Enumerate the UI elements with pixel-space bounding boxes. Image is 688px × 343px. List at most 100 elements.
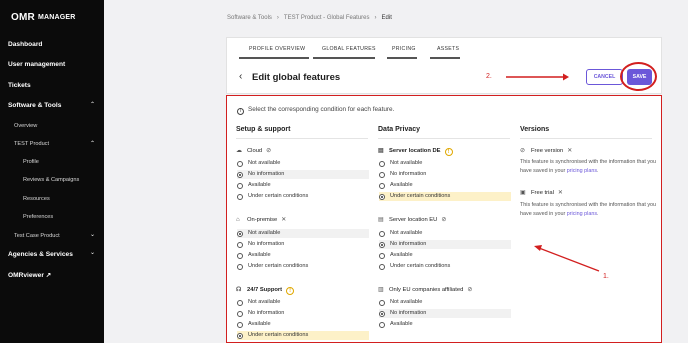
radio-option[interactable]: Available bbox=[379, 181, 413, 190]
radio-option[interactable]: Available bbox=[237, 320, 271, 329]
radio-icon bbox=[379, 299, 385, 306]
trial-icon: ▣ bbox=[520, 190, 526, 196]
server-icon: ▤ bbox=[378, 217, 384, 223]
radio-option[interactable]: Under certain conditions bbox=[379, 262, 450, 271]
radio-icon bbox=[237, 332, 243, 339]
tab-assets[interactable]: ASSETS bbox=[437, 46, 459, 52]
cancel-button[interactable]: CANCEL bbox=[586, 69, 623, 85]
radio-icon bbox=[379, 263, 385, 270]
breadcrumb-item[interactable]: Software & Tools bbox=[227, 15, 272, 21]
option-label: No information bbox=[390, 171, 427, 177]
radio-option[interactable]: Available bbox=[237, 251, 271, 260]
sidebar-item-preferences[interactable]: Preferences bbox=[23, 214, 53, 220]
radio-icon bbox=[379, 182, 385, 189]
sidebar-item-profile[interactable]: Profile bbox=[23, 159, 39, 165]
radio-option[interactable]: No information bbox=[379, 309, 511, 318]
pricing-plans-link[interactable]: pricing plans bbox=[567, 168, 597, 174]
radio-option[interactable]: Available bbox=[237, 181, 271, 190]
sidebar-item-software-tools[interactable]: Software & Tools bbox=[8, 102, 61, 109]
radio-icon bbox=[379, 321, 385, 328]
sidebar-item-resources[interactable]: Resources bbox=[23, 196, 50, 202]
column-header-versions: Versions bbox=[520, 126, 550, 133]
radio-option[interactable]: No information bbox=[237, 170, 369, 179]
sidebar-item-reviews-campaigns[interactable]: Reviews & Campaigns bbox=[23, 177, 79, 183]
chevron-down-icon[interactable]: ⌄ bbox=[90, 249, 95, 256]
radio-option[interactable]: Under certain conditions bbox=[237, 262, 308, 271]
headset-icon: ☊ bbox=[236, 287, 242, 293]
sidebar-item-test-product[interactable]: TEST Product bbox=[14, 141, 49, 147]
radio-option[interactable]: Not available bbox=[379, 298, 422, 307]
radio-option[interactable]: No information bbox=[237, 240, 284, 249]
pricing-plans-link[interactable]: pricing plans bbox=[567, 211, 597, 217]
chevron-up-icon[interactable]: ⌃ bbox=[90, 140, 95, 147]
tab-global-features[interactable]: GLOBAL FEATURES bbox=[322, 46, 376, 52]
chevron-up-icon[interactable]: ⌃ bbox=[90, 101, 95, 108]
sidebar-item-user-management[interactable]: User management bbox=[8, 61, 65, 68]
sync-note-end: . bbox=[597, 168, 599, 174]
feature-247-support: ☊ 24/7 Support! bbox=[236, 286, 295, 295]
option-label: No information bbox=[248, 310, 285, 316]
breadcrumb-separator: › bbox=[374, 15, 377, 21]
option-label: Under certain conditions bbox=[390, 193, 451, 199]
radio-option[interactable]: No information bbox=[379, 170, 426, 179]
radio-option[interactable]: Not available bbox=[379, 229, 422, 238]
feature-server-de: ▤ Server location DE! bbox=[378, 147, 453, 156]
radio-icon bbox=[237, 182, 243, 189]
sidebar-item-test-case-product[interactable]: Test Case Product bbox=[14, 233, 60, 239]
radio-icon bbox=[379, 310, 385, 317]
sync-note: This feature is synchronised with the in… bbox=[520, 201, 660, 219]
option-label: No information bbox=[390, 241, 427, 247]
feature-label: Cloud bbox=[247, 148, 263, 154]
radio-option[interactable]: Not available bbox=[379, 159, 422, 168]
tab-pricing[interactable]: PRICING bbox=[392, 46, 416, 52]
radio-option[interactable]: Not available bbox=[237, 229, 369, 238]
logo[interactable]: OMR MANAGER bbox=[11, 12, 76, 23]
radio-icon bbox=[379, 241, 385, 248]
breadcrumb-item[interactable]: TEST Product - Global Features bbox=[284, 15, 370, 21]
divider bbox=[378, 138, 510, 139]
annotation-circle bbox=[620, 62, 657, 91]
close-icon: ✕ bbox=[557, 190, 563, 196]
tab-underline bbox=[313, 57, 375, 59]
radio-icon bbox=[237, 310, 243, 317]
option-label: Available bbox=[248, 252, 271, 258]
radio-icon bbox=[237, 241, 243, 248]
server-icon: ▤ bbox=[378, 148, 384, 154]
annotation-step-2: 2. bbox=[486, 73, 492, 80]
sidebar-item-overview[interactable]: Overview bbox=[14, 123, 37, 129]
option-label: Not available bbox=[248, 299, 281, 305]
sync-note-end: . bbox=[597, 211, 599, 217]
radio-option[interactable]: Under certain conditions bbox=[237, 192, 308, 201]
sidebar-item-omrviewer[interactable]: OMRviewer ↗ bbox=[8, 271, 51, 279]
option-label: Available bbox=[248, 182, 271, 188]
radio-option[interactable]: Under certain conditions bbox=[379, 192, 511, 201]
back-arrow-icon[interactable]: ‹ bbox=[239, 71, 242, 82]
radio-option[interactable]: Under certain conditions bbox=[237, 331, 369, 340]
features-card: i Select the corresponding condition for … bbox=[226, 95, 662, 343]
sync-note: This feature is synchronised with the in… bbox=[520, 158, 660, 176]
tab-profile-overview[interactable]: PROFILE OVERVIEW bbox=[249, 46, 305, 52]
radio-option[interactable]: Not available bbox=[237, 298, 280, 307]
chevron-down-icon[interactable]: ⌄ bbox=[90, 231, 95, 238]
radio-option[interactable]: Available bbox=[379, 320, 413, 329]
option-label: Not available bbox=[390, 160, 423, 166]
sidebar-item-dashboard[interactable]: Dashboard bbox=[8, 41, 42, 48]
feature-on-premise: ⌂ On-premise ✕ bbox=[236, 216, 286, 223]
cloud-icon: ☁ bbox=[236, 148, 242, 154]
sidebar-item-tickets[interactable]: Tickets bbox=[8, 82, 31, 89]
radio-option[interactable]: No information bbox=[237, 309, 284, 318]
breadcrumb-current: Edit bbox=[381, 15, 392, 21]
radio-option[interactable]: No information bbox=[379, 240, 511, 249]
house-icon: ⌂ bbox=[236, 217, 240, 223]
option-label: Not available bbox=[390, 299, 423, 305]
sidebar-item-agencies-services[interactable]: Agencies & Services bbox=[8, 251, 73, 258]
feature-label: 24/7 Support bbox=[247, 287, 283, 293]
feature-label: On-premise bbox=[247, 217, 278, 223]
radio-option[interactable]: Not available bbox=[237, 159, 280, 168]
hint-text: i Select the corresponding condition for … bbox=[237, 106, 394, 115]
tab-underline bbox=[387, 57, 417, 59]
option-label: Not available bbox=[248, 160, 281, 166]
radio-option[interactable]: Available bbox=[379, 251, 413, 260]
logo-product: MANAGER bbox=[37, 14, 76, 21]
annotation-arrow-right bbox=[506, 73, 569, 81]
